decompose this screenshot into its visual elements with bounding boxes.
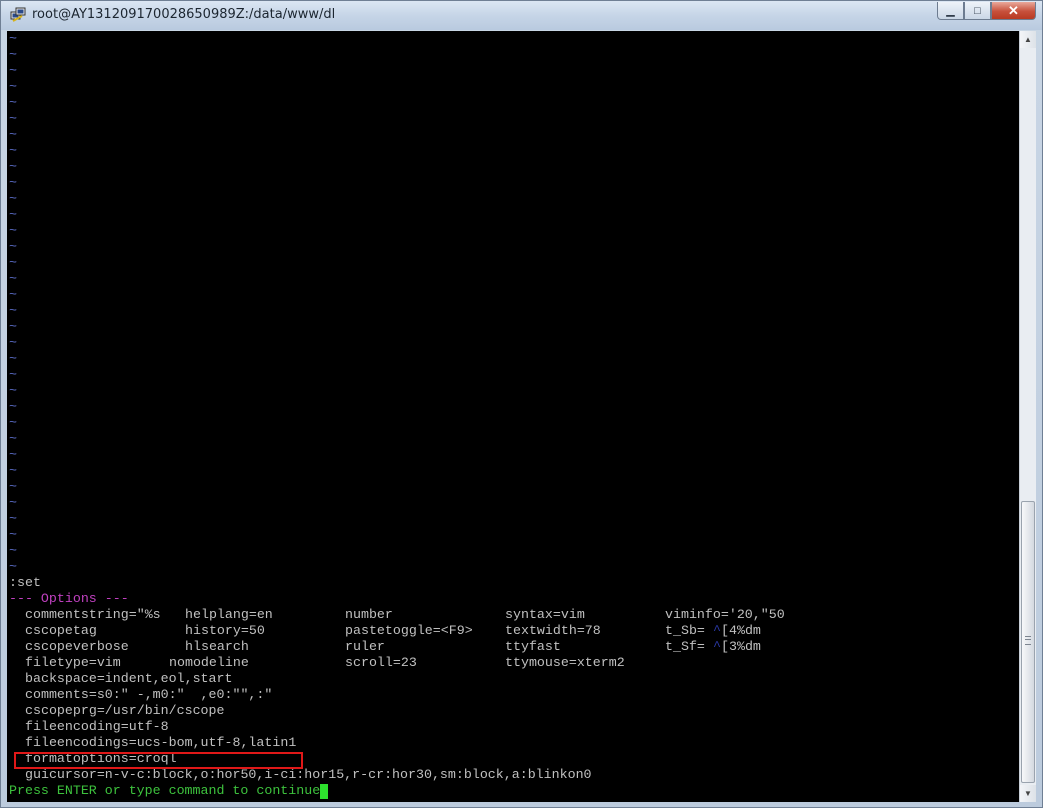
- tilde-line: ~: [9, 95, 17, 110]
- tilde-line: ~: [9, 175, 17, 190]
- tilde-line: ~: [9, 303, 17, 318]
- options-header: --- Options ---: [9, 591, 129, 606]
- option-entry: ttymouse=xterm2: [505, 655, 625, 670]
- options-row: filetype=vim nomodeline scroll=23 ttymouse=…: [9, 655, 1017, 671]
- minimize-button[interactable]: ▁: [937, 2, 964, 20]
- options-row: commentstring="%s helplang=en number syntax…: [9, 607, 1017, 623]
- maximize-icon: □: [974, 4, 981, 17]
- tilde-line: ~: [9, 431, 17, 446]
- option-entry: syntax=vim: [505, 607, 585, 622]
- tilde-line: ~: [9, 319, 17, 334]
- option-entry: nomodeline: [169, 655, 249, 670]
- tilde-line: ~: [9, 559, 17, 574]
- option-entry: commentstring="%s: [25, 607, 161, 622]
- option-entry: hlsearch: [185, 639, 249, 654]
- tilde-line: ~: [9, 351, 17, 366]
- options-row: cscopeverbose hlsearch ruler ttyfast t_Sf= ^[…: [9, 639, 1017, 655]
- option-entry: viminfo='20,"50: [665, 607, 785, 622]
- tilde-line: ~: [9, 31, 17, 46]
- option-entry: t_Sf=: [665, 639, 705, 654]
- tilde-line: ~: [9, 479, 17, 494]
- grip-icon: [1025, 636, 1031, 645]
- tilde-line: ~: [9, 207, 17, 222]
- option-entry: ttyfast: [505, 639, 561, 654]
- tilde-line: ~: [9, 111, 17, 126]
- option-line: guicursor=n-v-c:block,o:hor50,i-ci:hor15…: [25, 767, 592, 782]
- option-entry: ruler: [345, 639, 385, 654]
- close-button[interactable]: ✕: [991, 2, 1036, 20]
- putty-icon[interactable]: [10, 7, 26, 23]
- prompt-text: Press ENTER or type command to continue: [9, 783, 321, 798]
- close-icon: ✕: [1008, 2, 1019, 18]
- option-line: comments=s0:" -,m0:" ,e0:"",:": [25, 687, 273, 702]
- tilde-line: ~: [9, 463, 17, 478]
- terminal-cursor: [320, 784, 329, 799]
- title-bar[interactable]: root@AY131209170028650989Z:/data/www/dl …: [1, 1, 1042, 30]
- tilde-line: ~: [9, 143, 17, 158]
- tilde-line: ~: [9, 127, 17, 142]
- option-entry: t_Sb=: [665, 623, 705, 638]
- option-entry: cscopeverbose: [25, 639, 129, 654]
- press-enter-prompt: Press ENTER or type command to continue: [9, 783, 329, 799]
- option-entry: textwidth=78: [505, 623, 601, 638]
- terminal-window: root@AY131209170028650989Z:/data/www/dl …: [0, 0, 1043, 808]
- tilde-line: ~: [9, 159, 17, 174]
- vertical-scrollbar[interactable]: ▲ ▼: [1019, 31, 1036, 802]
- option-line: cscopeprg=/usr/bin/cscope: [25, 703, 225, 718]
- tilde-line: ~: [9, 495, 17, 510]
- tilde-line: ~: [9, 447, 17, 462]
- option-entry: filetype=vim: [25, 655, 121, 670]
- scrollbar-thumb[interactable]: [1021, 501, 1035, 783]
- option-entry: helplang=en: [185, 607, 273, 622]
- window-title: root@AY131209170028650989Z:/data/www/dl: [32, 7, 336, 22]
- scroll-down-icon: ▼: [1024, 789, 1032, 798]
- option-line: backspace=indent,eol,start: [25, 671, 233, 686]
- caption-buttons: ▁ □ ✕: [937, 2, 1036, 20]
- scroll-down-button[interactable]: ▼: [1020, 785, 1036, 802]
- option-entry: history=50: [185, 623, 265, 638]
- tilde-line: ~: [9, 511, 17, 526]
- option-line: fileencoding=utf-8: [25, 719, 169, 734]
- escape-char: ^: [713, 639, 721, 654]
- tilde-line: ~: [9, 335, 17, 350]
- options-row: cscopetag history=50 pastetoggle=<F9> textw…: [9, 623, 1017, 639]
- formatoptions-highlight-box: [14, 752, 303, 769]
- option-entry: scroll=23: [345, 655, 417, 670]
- tilde-line: ~: [9, 399, 17, 414]
- tilde-line: ~: [9, 415, 17, 430]
- option-entry: pastetoggle=<F9>: [345, 623, 473, 638]
- option-entry-suffix: [3%dm: [721, 639, 761, 654]
- tilde-line: ~: [9, 191, 17, 206]
- scroll-up-button[interactable]: ▲: [1020, 31, 1036, 48]
- minimize-icon: ▁: [946, 5, 955, 17]
- tilde-line: ~: [9, 367, 17, 382]
- maximize-button[interactable]: □: [964, 2, 991, 20]
- tilde-line: ~: [9, 63, 17, 78]
- tilde-line: ~: [9, 223, 17, 238]
- tilde-line: ~: [9, 383, 17, 398]
- tilde-line: ~: [9, 271, 17, 286]
- tilde-line: ~: [9, 79, 17, 94]
- terminal-screen[interactable]: ~ ~ ~ ~ ~ ~ ~ ~ ~ ~ ~ ~ ~ ~ ~ ~ ~ ~ ~ ~ ~ ~ ~ ~ ~ ~ ~ ~ ~ ~ ~ ~ ~ ~ :set …: [7, 31, 1019, 802]
- scroll-up-icon: ▲: [1024, 35, 1032, 44]
- tilde-line: ~: [9, 543, 17, 558]
- tilde-line: ~: [9, 47, 17, 62]
- option-entry: cscopetag: [25, 623, 97, 638]
- option-entry-suffix: [4%dm: [721, 623, 761, 638]
- tilde-line: ~: [9, 239, 17, 254]
- tilde-line: ~: [9, 527, 17, 542]
- option-line: fileencodings=ucs-bom,utf-8,latin1: [25, 735, 297, 750]
- tilde-line: ~: [9, 255, 17, 270]
- option-entry: number: [345, 607, 393, 622]
- escape-char: ^: [713, 623, 721, 638]
- tilde-line: ~: [9, 287, 17, 302]
- set-command: :set: [9, 575, 41, 590]
